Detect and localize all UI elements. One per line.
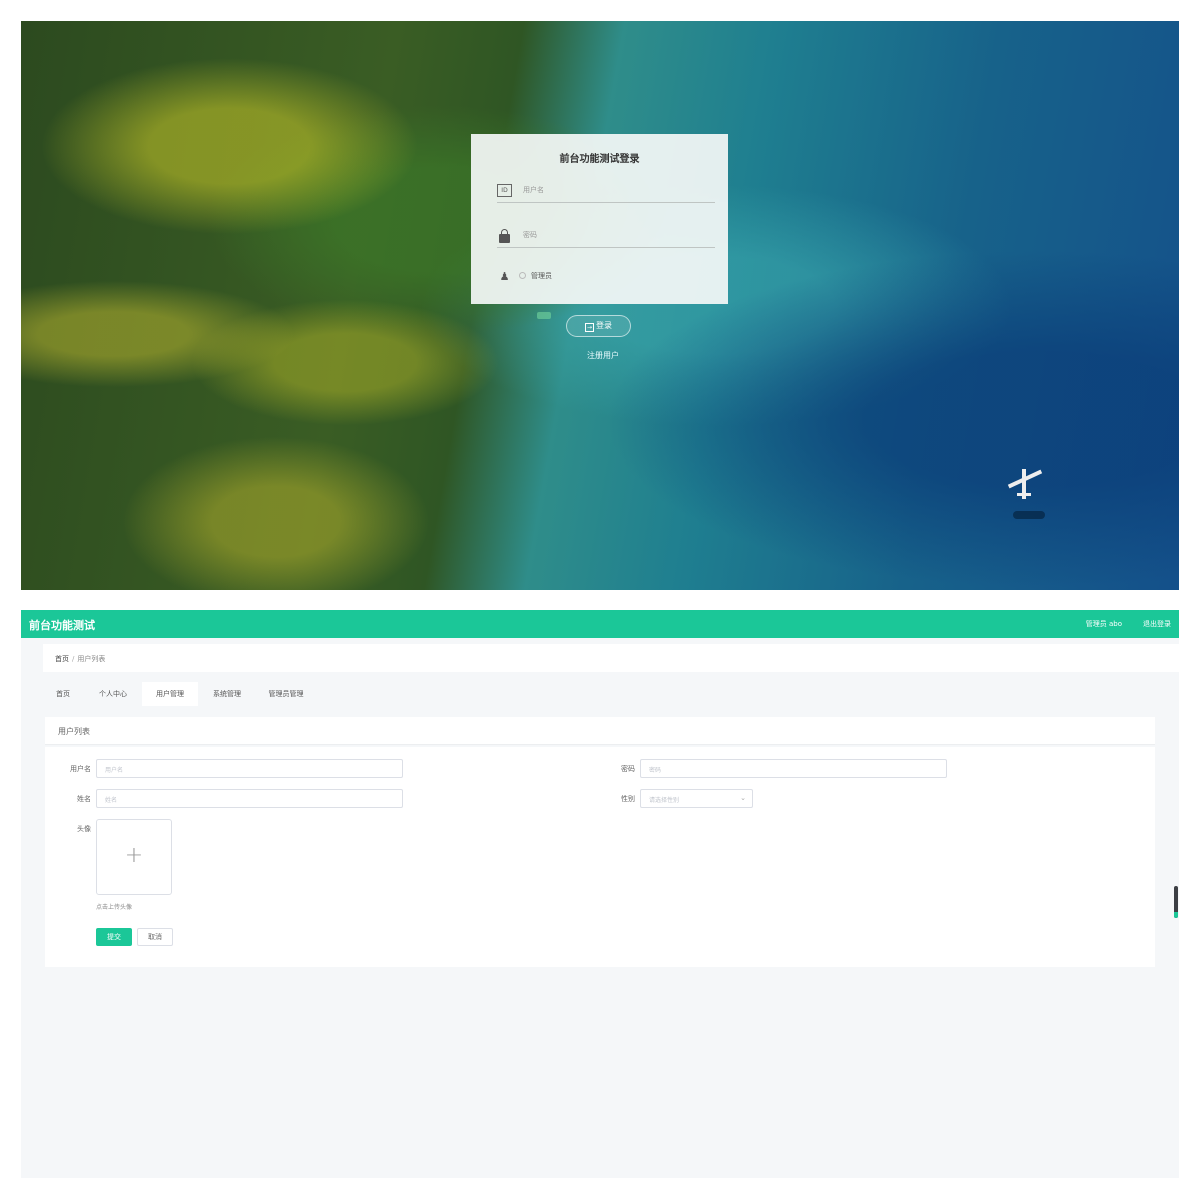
role-row: ♟ 管理员 bbox=[497, 267, 715, 289]
name-label: 姓名 bbox=[77, 795, 91, 803]
username-input[interactable]: 用户名 bbox=[523, 185, 544, 195]
user-form: 用户名 用户名 密码 密码 姓名 姓名 性别 请选择性别 ⌄ 头像 + 点击上传… bbox=[45, 747, 1155, 967]
register-link[interactable]: 注册用户 bbox=[581, 350, 625, 361]
login-title: 前台功能测试登录 bbox=[559, 154, 640, 165]
plus-icon: + bbox=[124, 843, 144, 868]
id-card-icon: ID bbox=[497, 184, 512, 197]
gender-select-placeholder: 请选择性别 bbox=[649, 797, 680, 804]
decorative-tag bbox=[537, 312, 551, 319]
username-field[interactable]: ID 用户名 bbox=[497, 181, 715, 203]
top-bar: 前台功能测试 管理员 abo 退出登录 bbox=[21, 610, 1179, 638]
scrollbar-thumb[interactable] bbox=[1174, 886, 1178, 918]
section-title: 用户列表 bbox=[58, 727, 90, 736]
password-input[interactable]: 密码 bbox=[523, 230, 537, 240]
seaplane-image bbox=[1007, 465, 1043, 501]
username-form-input[interactable]: 用户名 bbox=[96, 759, 403, 778]
role-radio[interactable] bbox=[519, 272, 526, 279]
tab-home[interactable]: 首页 bbox=[43, 682, 83, 706]
plane-shadow bbox=[1013, 511, 1045, 519]
login-card: 前台功能测试登录 ID 用户名 密码 ♟ 管理员 bbox=[471, 134, 728, 304]
gender-label: 性别 bbox=[621, 795, 635, 803]
login-button[interactable]: → 登录 bbox=[566, 315, 631, 337]
tab-profile[interactable]: 个人中心 bbox=[87, 682, 139, 706]
admin-screenshot: 前台功能测试 管理员 abo 退出登录 首页 / 用户列表 首页 个人中心 用户管理… bbox=[21, 610, 1179, 1178]
password-form-input[interactable]: 密码 bbox=[640, 759, 947, 778]
user-role-icon: ♟ bbox=[499, 270, 510, 283]
breadcrumb-current: 用户列表 bbox=[77, 655, 106, 663]
section-header: 用户列表 bbox=[45, 717, 1155, 745]
tab-user-management[interactable]: 用户管理 bbox=[142, 682, 198, 706]
avatar-label: 头像 bbox=[77, 825, 91, 833]
logout-link[interactable]: 退出登录 bbox=[1143, 619, 1171, 629]
avatar-upload-tip: 点击上传头像 bbox=[96, 904, 133, 911]
name-form-input[interactable]: 姓名 bbox=[96, 789, 403, 808]
role-radio-label: 管理员 bbox=[531, 272, 552, 280]
password-label: 密码 bbox=[621, 765, 635, 773]
admin-user-label: 管理员 abo bbox=[1085, 620, 1122, 628]
breadcrumb-home[interactable]: 首页 bbox=[55, 655, 69, 663]
login-button-label: 登录 bbox=[596, 321, 612, 330]
chevron-down-icon: ⌄ bbox=[740, 794, 746, 802]
password-field[interactable]: 密码 bbox=[497, 226, 715, 248]
login-screenshot: 前台功能测试登录 ID 用户名 密码 ♟ 管理员 → 登录 注册用户 bbox=[21, 21, 1179, 590]
submit-button[interactable]: 提交 bbox=[96, 928, 132, 946]
lock-icon bbox=[497, 229, 512, 243]
tab-system-management[interactable]: 系统管理 bbox=[201, 682, 253, 706]
login-icon: → bbox=[585, 323, 594, 332]
tab-admin-management[interactable]: 管理员管理 bbox=[257, 682, 315, 706]
cancel-button[interactable]: 取消 bbox=[137, 928, 173, 946]
app-title: 前台功能测试 bbox=[29, 619, 95, 632]
gender-select[interactable]: 请选择性别 ⌄ bbox=[640, 789, 753, 808]
breadcrumb: 首页 / 用户列表 bbox=[43, 644, 1179, 672]
breadcrumb-separator: / bbox=[72, 655, 75, 663]
avatar-upload[interactable]: + bbox=[96, 819, 172, 895]
username-label: 用户名 bbox=[70, 765, 91, 773]
